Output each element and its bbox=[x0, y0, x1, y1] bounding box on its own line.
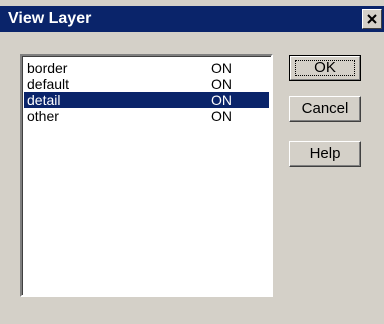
cancel-button[interactable]: Cancel bbox=[289, 96, 361, 122]
layer-state: ON bbox=[211, 60, 232, 76]
cancel-button-label: Cancel bbox=[301, 100, 349, 117]
ok-button[interactable]: OK bbox=[289, 55, 361, 81]
title-bar[interactable]: View Layer bbox=[0, 6, 384, 32]
list-item[interactable]: other ON bbox=[24, 108, 269, 124]
view-layer-dialog: View Layer border ON default ON detail O… bbox=[0, 0, 384, 324]
layer-state: ON bbox=[211, 92, 232, 108]
layer-name: border bbox=[27, 60, 68, 76]
list-item[interactable]: default ON bbox=[24, 76, 269, 92]
close-button[interactable] bbox=[362, 9, 382, 29]
close-icon bbox=[367, 14, 377, 24]
list-item[interactable]: border ON bbox=[24, 60, 269, 76]
layer-name: detail bbox=[27, 92, 61, 108]
help-button[interactable]: Help bbox=[289, 141, 361, 167]
dialog-title: View Layer bbox=[8, 10, 92, 27]
help-button-label: Help bbox=[309, 145, 341, 162]
ok-button-label: OK bbox=[314, 59, 336, 76]
layer-listbox[interactable]: border ON default ON detail ON other ON bbox=[20, 54, 273, 297]
layer-state: ON bbox=[211, 108, 232, 124]
list-item-selected[interactable]: detail ON bbox=[24, 92, 269, 108]
layer-name: other bbox=[27, 108, 59, 124]
layer-state: ON bbox=[211, 76, 232, 92]
layer-name: default bbox=[27, 76, 70, 92]
